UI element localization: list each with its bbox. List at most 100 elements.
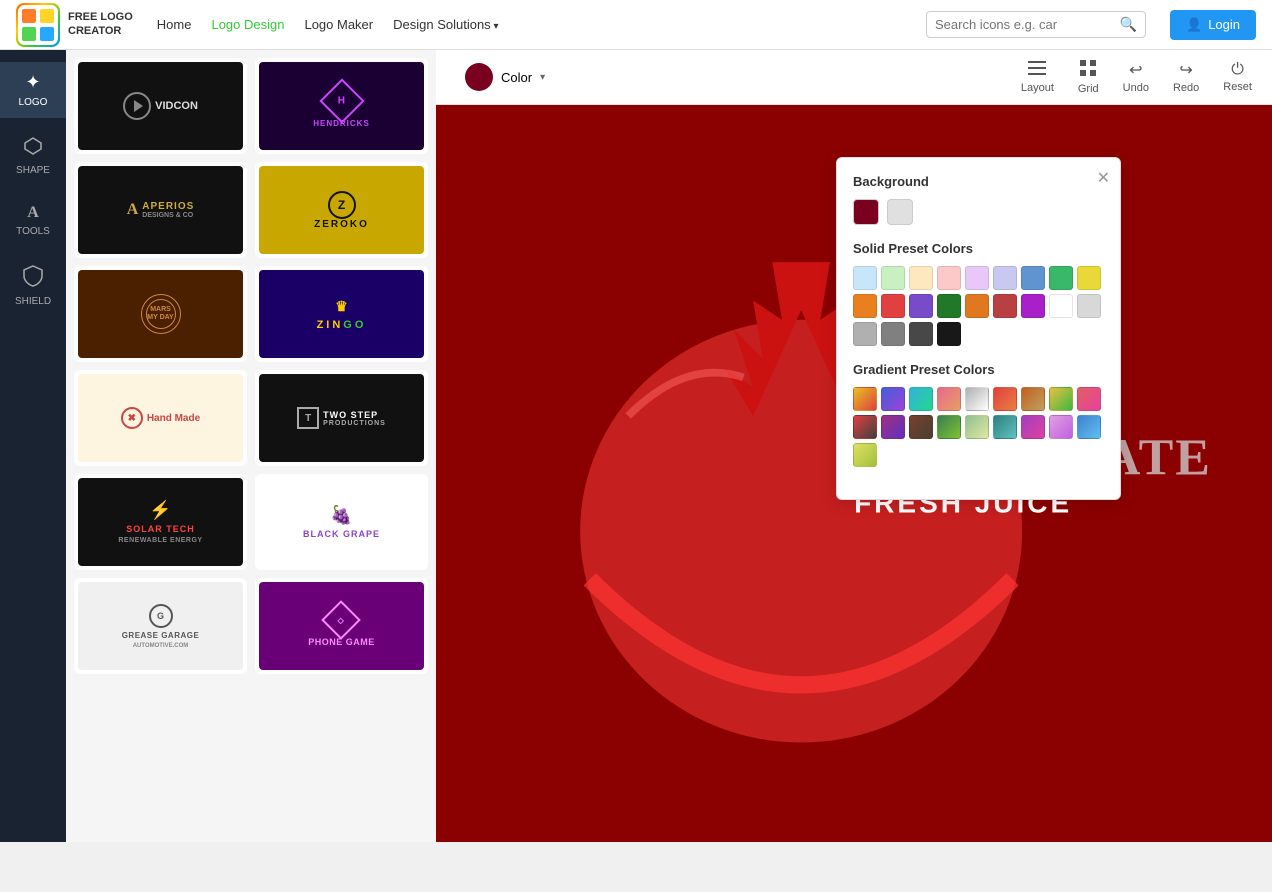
nav-logo-maker[interactable]: Logo Maker <box>304 17 373 32</box>
solid-color-cell[interactable] <box>909 266 933 290</box>
gradient-color-cell[interactable] <box>853 415 877 439</box>
list-item[interactable]: MARSMY DAY <box>74 266 247 362</box>
gradient-color-cell[interactable] <box>909 415 933 439</box>
solid-color-cell[interactable] <box>1077 266 1101 290</box>
list-item[interactable]: Z ZEROKO <box>255 162 428 258</box>
layout-icon <box>1028 61 1046 80</box>
background-title: Background <box>853 174 1104 189</box>
solid-color-cell[interactable] <box>881 322 905 346</box>
gradient-color-cell[interactable] <box>1021 387 1045 411</box>
sidebar-item-label: LOGO <box>19 97 48 108</box>
gradient-color-cell[interactable] <box>937 415 961 439</box>
solid-color-cell[interactable] <box>1077 294 1101 318</box>
solid-color-cell[interactable] <box>1021 294 1045 318</box>
solid-color-cell[interactable] <box>853 266 877 290</box>
solid-color-cell[interactable] <box>853 322 877 346</box>
list-item[interactable]: VIDCON <box>74 58 247 154</box>
undo-action[interactable]: ↩ Undo <box>1123 60 1149 94</box>
solid-color-cell[interactable] <box>965 294 989 318</box>
gradient-color-cell[interactable] <box>993 387 1017 411</box>
gradient-colors-grid <box>853 387 1104 467</box>
solid-color-cell[interactable] <box>937 322 961 346</box>
list-item[interactable]: T TWO STEP PRODUCTIONS <box>255 370 428 466</box>
solid-color-cell[interactable] <box>965 266 989 290</box>
top-navigation: FREE LOGO CREATOR Home Logo Design Logo … <box>0 0 1272 50</box>
shape-icon <box>23 136 43 161</box>
nav-home[interactable]: Home <box>157 17 192 32</box>
solid-color-cell[interactable] <box>937 266 961 290</box>
solid-color-cell[interactable] <box>993 266 1017 290</box>
gradient-color-cell[interactable] <box>881 415 905 439</box>
close-button[interactable]: ✕ <box>1097 168 1110 188</box>
gradient-colors-title: Gradient Preset Colors <box>853 362 1104 377</box>
solid-colors-title: Solid Preset Colors <box>853 241 1104 256</box>
list-item[interactable]: ◇ PHONE GAME <box>255 578 428 674</box>
list-item[interactable]: 🍇 BLACK GRAPE <box>255 474 428 570</box>
logo-thumb-vidcon: VIDCON <box>78 62 243 150</box>
toolbar-actions: Layout Grid ↩ Undo <box>1021 60 1252 95</box>
background-swatches <box>853 199 1104 225</box>
solid-color-cell[interactable] <box>1021 266 1045 290</box>
gradient-color-cell[interactable] <box>993 415 1017 439</box>
nav-logo-design[interactable]: Logo Design <box>211 17 284 32</box>
sidebar-item-tools[interactable]: A TOOLS <box>0 194 66 247</box>
canvas-toolbar: Color ▾ Layout <box>436 50 1272 105</box>
gradient-color-cell[interactable] <box>965 415 989 439</box>
layout-action[interactable]: Layout <box>1021 61 1054 94</box>
solid-color-cell[interactable] <box>1049 266 1073 290</box>
redo-action[interactable]: ↪ Redo <box>1173 60 1199 94</box>
solid-color-cell[interactable] <box>853 294 877 318</box>
gradient-color-cell[interactable] <box>1049 415 1073 439</box>
list-item[interactable]: H HENDRICKS <box>255 58 428 154</box>
sidebar-item-logo[interactable]: ✦ LOGO <box>0 62 66 118</box>
gradient-color-cell[interactable] <box>909 387 933 411</box>
solid-color-cell[interactable] <box>909 322 933 346</box>
gradient-color-cell[interactable] <box>1049 387 1073 411</box>
search-input[interactable] <box>935 17 1120 32</box>
solid-color-cell[interactable] <box>937 294 961 318</box>
brand-name: FREE LOGO CREATOR <box>68 11 133 37</box>
login-button[interactable]: 👤 Login <box>1170 10 1256 40</box>
solid-color-cell[interactable] <box>881 266 905 290</box>
bg-swatch-dark[interactable] <box>853 199 879 225</box>
reset-action[interactable]: ⏻ Reset <box>1223 61 1252 93</box>
list-item[interactable]: A APERIOS DESIGNS & CO <box>74 162 247 258</box>
gradient-color-cell[interactable] <box>853 387 877 411</box>
gradient-color-cell[interactable] <box>965 387 989 411</box>
gradient-color-cell[interactable] <box>1077 387 1101 411</box>
gradient-color-cell[interactable] <box>881 387 905 411</box>
list-item[interactable]: ✖ Hand Made <box>74 370 247 466</box>
solid-color-cell[interactable] <box>993 294 1017 318</box>
solid-color-cell[interactable] <box>1049 294 1073 318</box>
list-item[interactable]: G GREASE GARAGE AUTOMOTIVE.COM <box>74 578 247 674</box>
sidebar-item-shield[interactable]: SHIELD <box>0 255 66 317</box>
list-item[interactable]: ♛ ZINGO <box>255 266 428 362</box>
brand-logo[interactable]: FREE LOGO CREATOR <box>16 3 133 47</box>
gradient-color-cell[interactable] <box>853 443 877 467</box>
color-button[interactable]: Color ▾ <box>456 58 554 96</box>
solid-color-cell[interactable] <box>909 294 933 318</box>
sidebar-item-shape[interactable]: SHAPE <box>0 126 66 186</box>
logo-thumb-blackgrape: 🍇 BLACK GRAPE <box>259 478 424 566</box>
gallery-row-1: VIDCON H HENDRICKS <box>74 58 428 154</box>
gradient-color-cell[interactable] <box>937 387 961 411</box>
list-item[interactable]: ⚡ SOLAR TECH RENEWABLE ENERGY <box>74 474 247 570</box>
logo-thumb-solartech: ⚡ SOLAR TECH RENEWABLE ENERGY <box>78 478 243 566</box>
canvas-main: MEGRANATE FRESH JUICE ✕ Background Solid… <box>436 105 1272 842</box>
sidebar-item-label: SHIELD <box>15 296 51 307</box>
redo-icon: ↪ <box>1179 60 1192 80</box>
solid-color-cell[interactable] <box>881 294 905 318</box>
logo-thumb-hendricks: H HENDRICKS <box>259 62 424 150</box>
grid-action[interactable]: Grid <box>1078 60 1099 95</box>
gallery-row-2: A APERIOS DESIGNS & CO Z ZEROKO <box>74 162 428 258</box>
gradient-color-cell[interactable] <box>1077 415 1101 439</box>
gallery-row-4: ✖ Hand Made T TWO STEP PRODUCTIONS <box>74 370 428 466</box>
solid-colors-grid <box>853 266 1104 346</box>
left-sidebar: ✦ LOGO SHAPE A TOOLS SHIELD <box>0 50 66 842</box>
color-swatch <box>465 63 493 91</box>
nav-design-solutions[interactable]: Design Solutions <box>393 17 498 32</box>
gradient-color-cell[interactable] <box>1021 415 1045 439</box>
bg-swatch-light[interactable] <box>887 199 913 225</box>
sidebar-item-label: TOOLS <box>16 226 50 237</box>
nav-links: Home Logo Design Logo Maker Design Solut… <box>157 17 902 32</box>
